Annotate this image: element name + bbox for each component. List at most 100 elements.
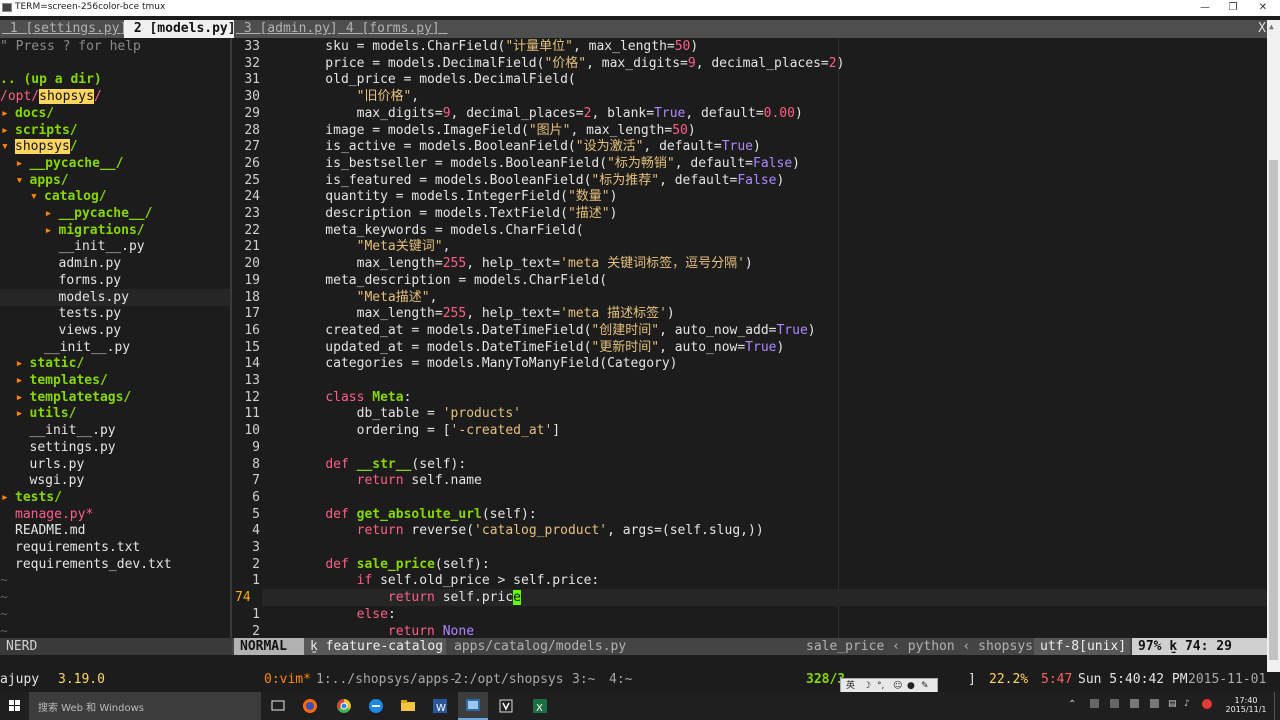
collapsed-arrow-icon[interactable]: ▸ <box>16 355 24 372</box>
code-line[interactable]: max_digits=9, decimal_places=2, blank=Tr… <box>294 105 803 122</box>
code-line[interactable]: def __str__(self): <box>294 456 466 473</box>
network-icon[interactable]: ▤ <box>1168 699 1177 709</box>
tree-dir-node[interactable]: ▸ static/ <box>0 355 230 372</box>
tree-file-node[interactable]: requirements.txt <box>0 539 230 556</box>
vertical-scrollbar[interactable]: ▲ <box>1267 20 1280 672</box>
tab-forms[interactable]: 4 [forms.py] <box>336 20 450 38</box>
tree-dir-node[interactable]: ▸ tests/ <box>0 489 230 506</box>
system-tray[interactable]: ⌃ ▤ ♪ <box>1060 692 1220 720</box>
tree-file-node[interactable]: requirements_dev.txt <box>0 556 230 573</box>
nerdtree-root[interactable]: /opt/shopsys/ <box>0 88 230 105</box>
tree-file-node[interactable]: models.py <box>0 288 230 306</box>
tree-dir-node[interactable]: ▾ shopsys/ <box>0 138 230 155</box>
collapsed-arrow-icon[interactable]: ▸ <box>1 105 9 122</box>
task-view-icon[interactable] <box>264 692 292 720</box>
tab-models[interactable]: 2 [models.py] <box>124 20 246 38</box>
code-line[interactable]: updated_at = models.DateTimeField("更新时间"… <box>294 339 784 356</box>
code-line[interactable]: is_bestseller = models.BooleanField("标为畅… <box>294 155 800 172</box>
code-line[interactable]: if self.old_price > self.price: <box>294 572 600 589</box>
collapsed-arrow-icon[interactable]: ▸ <box>16 155 24 172</box>
chrome-icon[interactable] <box>330 692 358 720</box>
tree-file-node[interactable]: __init__.py <box>0 238 230 255</box>
wrench-icon[interactable]: ✎ <box>921 679 929 693</box>
code-line[interactable]: class Meta: <box>294 389 411 406</box>
expanded-arrow-icon[interactable]: ▾ <box>16 172 24 189</box>
tab-close-button[interactable]: X <box>1258 20 1266 38</box>
tree-file-node[interactable]: wsgi.py <box>0 472 230 489</box>
collapsed-arrow-icon[interactable]: ▸ <box>45 205 53 222</box>
collapsed-arrow-icon[interactable]: ▸ <box>1 122 9 139</box>
code-line[interactable]: "Meta关键词", <box>294 238 451 255</box>
code-editor[interactable]: 33 sku = models.CharField("计量单位", max_le… <box>232 38 1267 638</box>
excel-icon[interactable]: X <box>526 692 554 720</box>
code-line[interactable]: return None <box>294 623 474 639</box>
tree-dir-node[interactable]: ▾ catalog/ <box>0 188 230 205</box>
ime-language[interactable]: 英 <box>846 679 855 693</box>
tree-dir-node[interactable]: ▸ __pycache__/ <box>0 155 230 172</box>
expanded-arrow-icon[interactable]: ▾ <box>30 188 38 205</box>
code-line[interactable]: def sale_price(self): <box>294 556 489 573</box>
vim-icon[interactable] <box>492 692 520 720</box>
volume-icon[interactable]: ♪ <box>1184 699 1190 709</box>
code-line[interactable]: price = models.DecimalField("价格", max_di… <box>294 55 844 72</box>
code-line[interactable]: is_active = models.BooleanField("设为激活", … <box>294 138 761 155</box>
code-line[interactable]: "Meta描述", <box>294 289 438 306</box>
terminal-taskbar-icon[interactable] <box>458 692 488 720</box>
tree-dir-node[interactable]: ▸ utils/ <box>0 405 230 422</box>
tmux-window-0[interactable]: 0:vim* <box>264 672 311 688</box>
nerdtree-up-dir[interactable]: .. (up a dir) <box>0 71 230 88</box>
microphone-icon[interactable]: ● <box>907 679 915 693</box>
code-line[interactable]: sku = models.CharField("计量单位", max_lengt… <box>294 38 698 55</box>
collapsed-arrow-icon[interactable]: ▸ <box>16 405 24 422</box>
restore-icon[interactable]: ❐ <box>1216 0 1250 16</box>
tree-dir-node[interactable]: ▸ templatetags/ <box>0 389 230 406</box>
collapsed-arrow-icon[interactable]: ▸ <box>1 489 9 506</box>
moon-icon[interactable]: ☽ <box>863 679 871 693</box>
tree-file-node[interactable]: forms.py <box>0 272 230 289</box>
start-button[interactable] <box>0 692 29 720</box>
code-line[interactable]: quantity = models.IntegerField("数量") <box>294 188 617 205</box>
code-line[interactable]: old_price = models.DecimalField( <box>294 71 575 88</box>
tree-file-node[interactable]: views.py <box>0 322 230 339</box>
code-line[interactable]: meta_description = models.CharField( <box>294 272 607 289</box>
tray-app-icon[interactable] <box>1090 699 1099 708</box>
code-line[interactable]: image = models.ImageField("图片", max_leng… <box>294 122 695 139</box>
tree-file-node[interactable]: admin.py <box>0 255 230 272</box>
tree-dir-node[interactable]: ▸ __pycache__/ <box>0 205 230 222</box>
tree-file-node[interactable]: __init__.py <box>0 422 230 439</box>
tab-settings[interactable]: 1 [settings.py] <box>0 20 138 38</box>
edge-icon[interactable] <box>362 692 390 720</box>
code-line[interactable]: ordering = ['-created_at'] <box>294 422 561 439</box>
security-icon[interactable] <box>1202 699 1212 709</box>
code-line[interactable]: return self.price <box>294 589 521 606</box>
tree-file-node[interactable]: settings.py <box>0 439 230 456</box>
collapsed-arrow-icon[interactable]: ▸ <box>45 222 53 239</box>
tray-app-icon-3[interactable] <box>1130 699 1139 708</box>
taskbar-clock[interactable]: 17:40 2015/11/1 <box>1222 692 1270 720</box>
scrollbar-thumb[interactable] <box>1269 160 1278 660</box>
collapsed-arrow-icon[interactable]: ▸ <box>16 389 24 406</box>
tree-file-node[interactable]: urls.py <box>0 456 230 473</box>
tree-file-node[interactable]: __init__.py <box>0 339 230 356</box>
tab-admin[interactable]: 3 [admin.py] <box>234 20 348 38</box>
tray-app-icon-2[interactable] <box>1110 699 1119 708</box>
code-line[interactable]: return self.name <box>294 472 482 489</box>
tray-chevron-icon[interactable]: ⌃ <box>1068 699 1076 710</box>
code-line[interactable]: meta_keywords = models.CharField( <box>294 222 583 239</box>
file-explorer-icon[interactable] <box>394 692 422 720</box>
code-line[interactable]: return reverse('catalog_product', args=(… <box>294 522 764 539</box>
tray-app-icon-4[interactable] <box>1150 699 1159 708</box>
code-line[interactable]: categories = models.ManyToManyField(Cate… <box>294 355 677 372</box>
tree-file-node[interactable]: README.md <box>0 522 230 539</box>
show-desktop-button[interactable] <box>1274 692 1280 720</box>
code-line[interactable]: def get_absolute_url(self): <box>294 506 536 523</box>
collapsed-arrow-icon[interactable]: ▸ <box>16 372 24 389</box>
search-box[interactable]: 搜索 Web 和 Windows <box>29 692 261 720</box>
punctuation-icon[interactable]: °, <box>877 679 884 693</box>
tmux-window-3[interactable]: 3:~ <box>572 672 595 688</box>
code-line[interactable]: else: <box>294 606 396 623</box>
code-line[interactable]: "旧价格", <box>294 88 419 105</box>
code-line[interactable]: max_length=255, help_text='meta 描述标签') <box>294 305 675 322</box>
tree-dir-node[interactable]: ▸ docs/ <box>0 105 230 122</box>
tmux-window-1[interactable]: 1:../shopsys/apps- <box>316 672 457 688</box>
